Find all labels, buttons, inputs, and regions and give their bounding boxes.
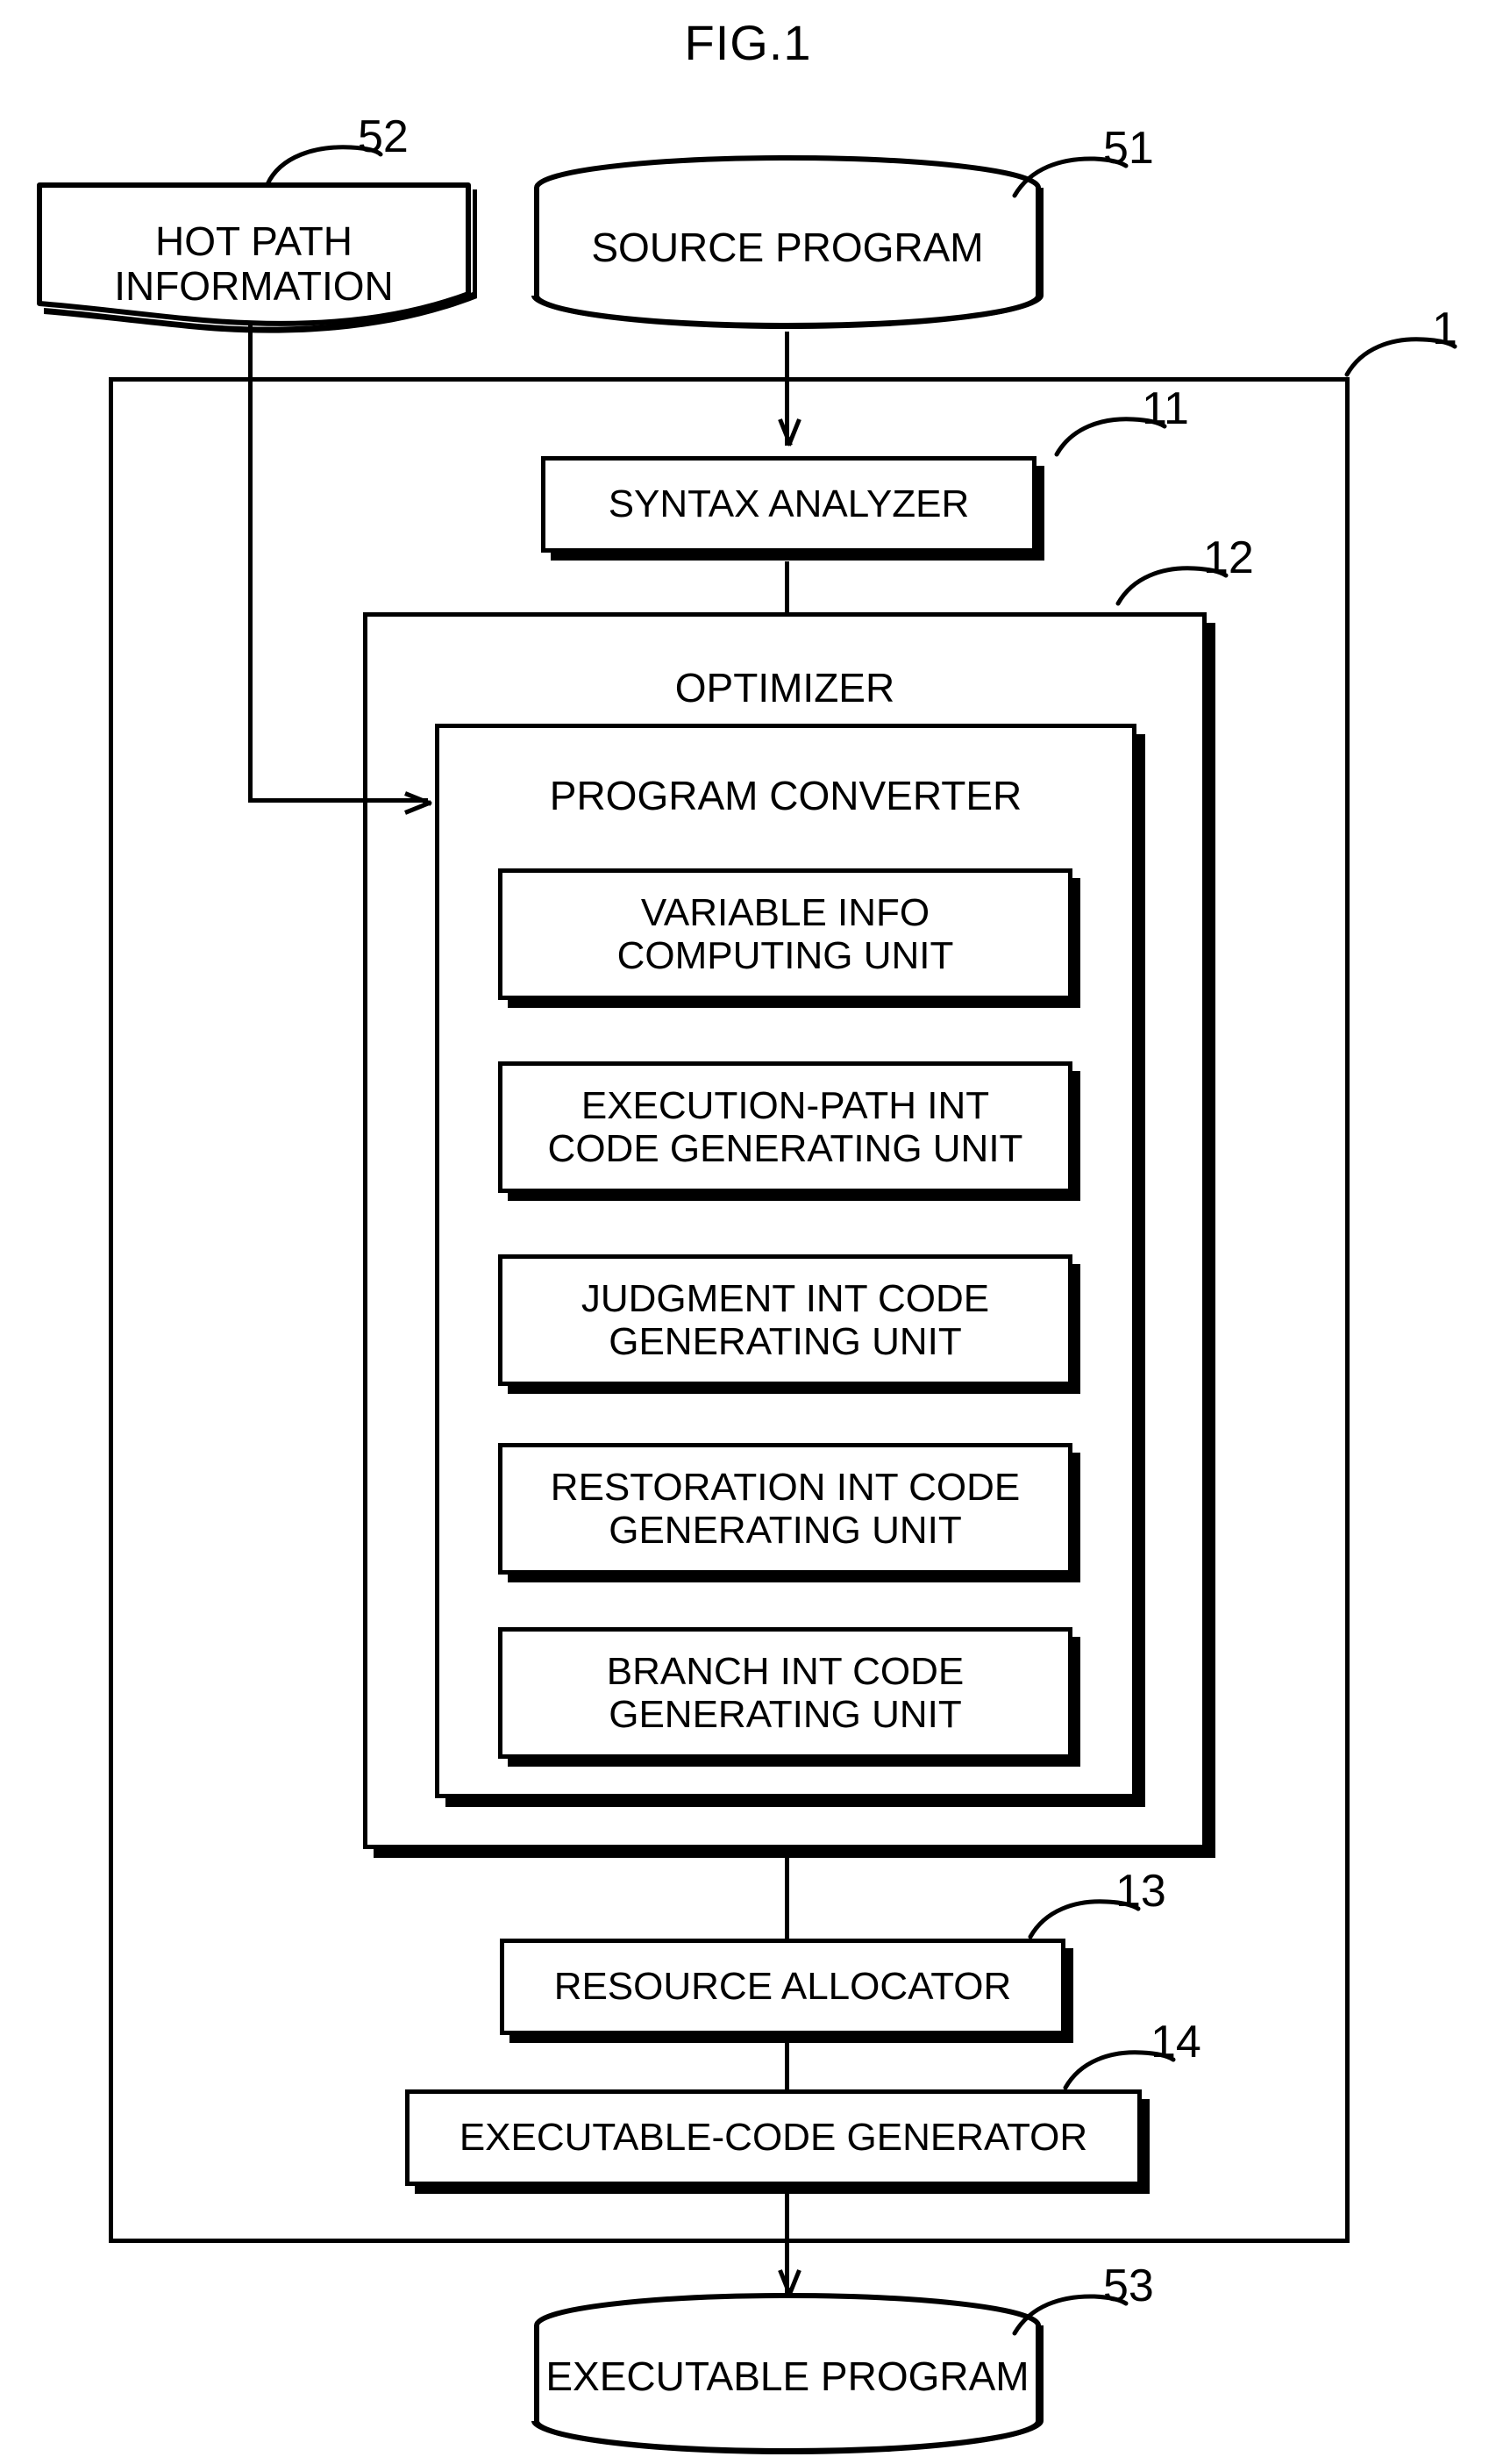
restoration-int-code-generating-unit-box[interactable]: RESTORATION INT CODE GENERATING UNIT	[498, 1443, 1072, 1575]
syntax-analyzer-label: SYNTAX ANALYZER	[608, 482, 970, 526]
connector-syntax-to-optimizer	[785, 561, 789, 614]
restoration-label-line1: RESTORATION INT CODE	[550, 1465, 1021, 1509]
judgment-label-line2: GENERATING UNIT	[609, 1320, 962, 1363]
resource-allocator-box[interactable]: RESOURCE ALLOCATOR	[500, 1939, 1065, 2035]
source-program-label: SOURCE PROGRAM	[591, 225, 984, 270]
variable-info-computing-unit-box[interactable]: VARIABLE INFO COMPUTING UNIT	[498, 868, 1072, 1000]
branch-int-code-generating-unit-box[interactable]: BRANCH INT CODE GENERATING UNIT	[498, 1627, 1072, 1759]
executable-program-top	[534, 2293, 1041, 2358]
execution-path-label-line2: CODE GENERATING UNIT	[547, 1127, 1023, 1170]
resource-allocator-label: RESOURCE ALLOCATOR	[553, 1965, 1012, 2009]
connector-resource-to-codegen	[785, 2039, 789, 2092]
hotpath-horizontal-line	[248, 798, 428, 803]
ref-53: 53	[1103, 2260, 1154, 2311]
variable-info-label-line1: VARIABLE INFO	[640, 890, 930, 934]
variable-info-label-line2: COMPUTING UNIT	[616, 934, 954, 977]
execution-path-int-code-generating-unit-box[interactable]: EXECUTION-PATH INT CODE GENERATING UNIT	[498, 1061, 1072, 1193]
connector-optimizer-to-resource	[785, 1853, 789, 1940]
syntax-analyzer-box[interactable]: SYNTAX ANALYZER	[541, 456, 1037, 553]
source-program-top	[534, 155, 1041, 220]
hotpath-vertical-line	[248, 325, 253, 803]
page-title: FIG.1	[684, 15, 812, 70]
executable-code-generator-box[interactable]: EXECUTABLE-CODE GENERATOR	[405, 2089, 1142, 2186]
hot-path-label-line2: INFORMATION	[114, 262, 394, 309]
execution-path-label-line1: EXECUTION-PATH INT	[581, 1083, 990, 1127]
patent-figure: FIG.1 HOT PATH INFORMATION SOURCE PROGRA…	[0, 0, 1496, 2464]
judgment-int-code-generating-unit-box[interactable]: JUDGMENT INT CODE GENERATING UNIT	[498, 1254, 1072, 1386]
judgment-label-line1: JUDGMENT INT CODE	[581, 1276, 990, 1320]
ref-52: 52	[358, 111, 409, 162]
executable-code-generator-label: EXECUTABLE-CODE GENERATOR	[459, 2116, 1088, 2160]
hot-path-label: HOT PATH INFORMATION	[39, 219, 468, 308]
restoration-label-line2: GENERATING UNIT	[609, 1509, 962, 1552]
program-converter-label: PROGRAM CONVERTER	[549, 773, 1022, 818]
hot-path-label-line1: HOT PATH	[155, 218, 353, 264]
branch-label-line1: BRANCH INT CODE	[606, 1649, 965, 1693]
ref-1: 1	[1432, 304, 1457, 354]
branch-label-line2: GENERATING UNIT	[609, 1693, 962, 1736]
executable-program-label: EXECUTABLE PROGRAM	[545, 2353, 1029, 2399]
ref-51: 51	[1103, 123, 1154, 174]
optimizer-label: OPTIMIZER	[674, 665, 895, 711]
